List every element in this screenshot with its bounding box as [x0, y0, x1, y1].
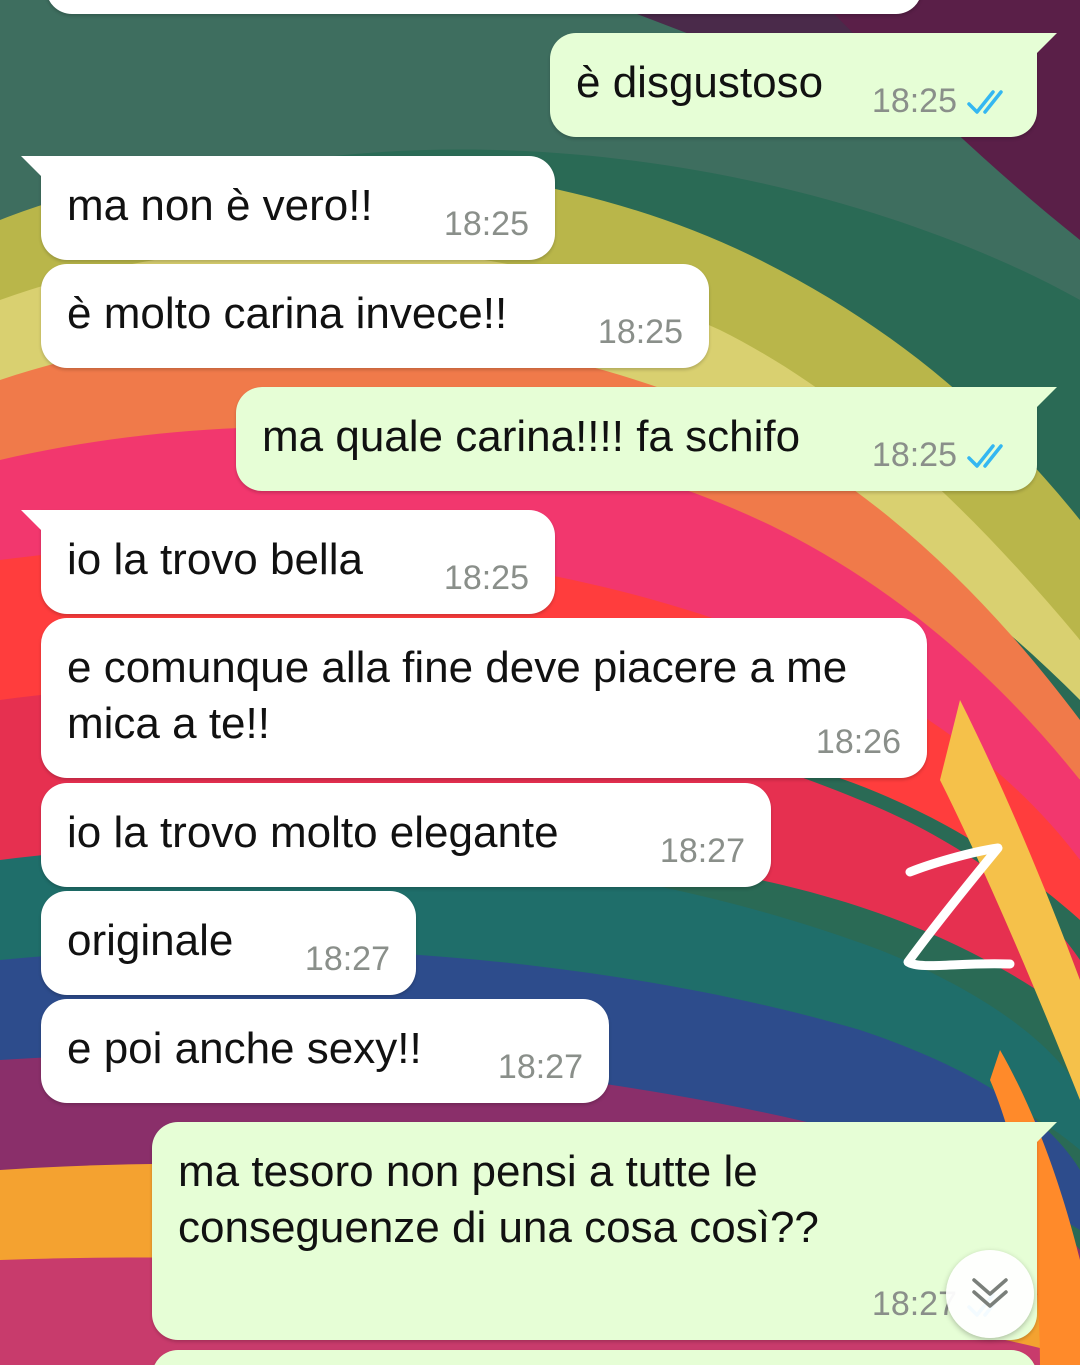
- scroll-to-bottom-button[interactable]: [946, 1250, 1034, 1338]
- message-time: 18:25: [443, 205, 529, 243]
- chevron-double-down-icon: [972, 1278, 1008, 1308]
- message-meta: 18:27: [498, 1048, 583, 1087]
- message-text: ma tesoro non pensi a tutte le conseguen…: [178, 1147, 819, 1252]
- message-incoming[interactable]: ma non è vero!! 18:25: [21, 156, 555, 260]
- message-outgoing[interactable]: è disgustoso 18:25: [550, 33, 1057, 137]
- message-incoming[interactable]: io la trovo molto elegante 18:27: [41, 783, 771, 887]
- message-incoming[interactable]: è molto carina invece!! 18:25: [41, 264, 709, 368]
- message-time: 18:27: [304, 940, 390, 978]
- message-outgoing[interactable]: ma tesoro non pensi a tutte le conseguen…: [152, 1122, 1057, 1340]
- message-meta: 18:26: [816, 723, 901, 762]
- double-check-icon: [967, 87, 1011, 117]
- message-time: 18:25: [871, 82, 957, 120]
- message-time: 18:27: [659, 832, 745, 870]
- message-text: è molto carina invece!!: [67, 289, 508, 338]
- message-meta: 18:25: [444, 559, 529, 598]
- message-incoming[interactable]: e poi anche sexy!! 18:27: [41, 999, 609, 1103]
- bubble-tail: [1035, 1122, 1057, 1144]
- message-incoming[interactable]: originale 18:27: [41, 891, 416, 995]
- message-meta: 18:25: [444, 205, 529, 244]
- chat-conversation: è disgustoso 18:25 ma non è vero!! 18:25…: [0, 0, 1080, 1365]
- message-time: 18:27: [871, 1285, 957, 1323]
- message-incoming-partial[interactable]: [46, 0, 922, 14]
- message-outgoing-partial[interactable]: [152, 1350, 1037, 1365]
- handwritten-z-watermark: [903, 843, 1015, 971]
- bubble-tail: [1035, 33, 1057, 55]
- bubble-tail: [21, 156, 43, 178]
- message-outgoing[interactable]: ma quale carina!!!! fa schifo 18:25: [236, 387, 1057, 491]
- message-time: 18:26: [815, 723, 901, 761]
- message-meta: 18:27: [660, 832, 745, 871]
- bubble-tail: [21, 510, 43, 532]
- message-incoming[interactable]: io la trovo bella 18:25: [21, 510, 555, 614]
- message-time: 18:25: [443, 559, 529, 597]
- bubble-tail: [1035, 387, 1057, 409]
- message-incoming[interactable]: e comunque alla fine deve piacere a me m…: [41, 618, 927, 778]
- double-check-icon: [967, 441, 1011, 471]
- message-time: 18:25: [871, 436, 957, 474]
- message-meta: 18:27: [305, 940, 390, 979]
- message-text: e comunque alla fine deve piacere a me m…: [67, 643, 860, 748]
- message-text: io la trovo molto elegante: [67, 808, 559, 857]
- message-meta: 18:25: [872, 82, 1011, 121]
- message-time: 18:25: [597, 313, 683, 351]
- message-meta: 18:25: [598, 313, 683, 352]
- message-time: 18:27: [497, 1048, 583, 1086]
- message-meta: 18:25: [872, 436, 1011, 475]
